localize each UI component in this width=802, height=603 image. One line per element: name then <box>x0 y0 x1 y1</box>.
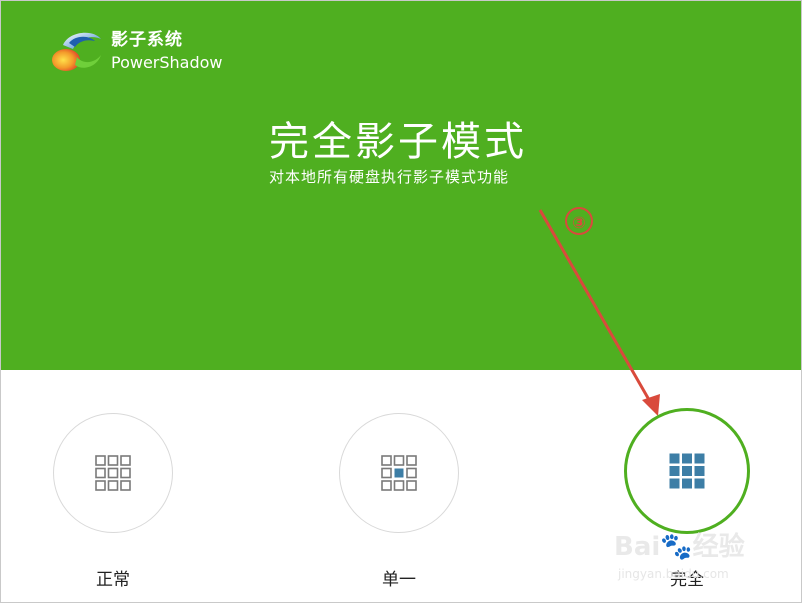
grid-full-icon <box>669 453 705 489</box>
grid-empty-icon <box>95 455 131 491</box>
mode-description: 对本地所有硬盘执行影子模式功能 <box>269 168 510 186</box>
mode-normal-button[interactable] <box>53 413 173 533</box>
mode-full-button[interactable] <box>624 408 750 534</box>
mode-single-label[interactable]: 单一 <box>339 568 459 592</box>
grid-single-icon <box>381 455 417 491</box>
mode-title: 完全影子模式 <box>269 119 527 165</box>
hero-banner: 影子系统 PowerShadow 完全影子模式 对本地所有硬盘执行影子模式功能 <box>1 1 801 370</box>
mode-single-button[interactable] <box>339 413 459 533</box>
app-name: 影子系统 <box>111 30 183 50</box>
annotation-arrow-icon <box>538 209 660 416</box>
mode-normal-label[interactable]: 正常 <box>53 568 173 592</box>
app-name-en: PowerShadow <box>111 53 223 72</box>
mode-full-label[interactable]: 完全 <box>627 568 747 592</box>
baidu-watermark: Bai🐾经验 <box>614 532 745 562</box>
powershadow-logo-icon <box>49 27 105 73</box>
